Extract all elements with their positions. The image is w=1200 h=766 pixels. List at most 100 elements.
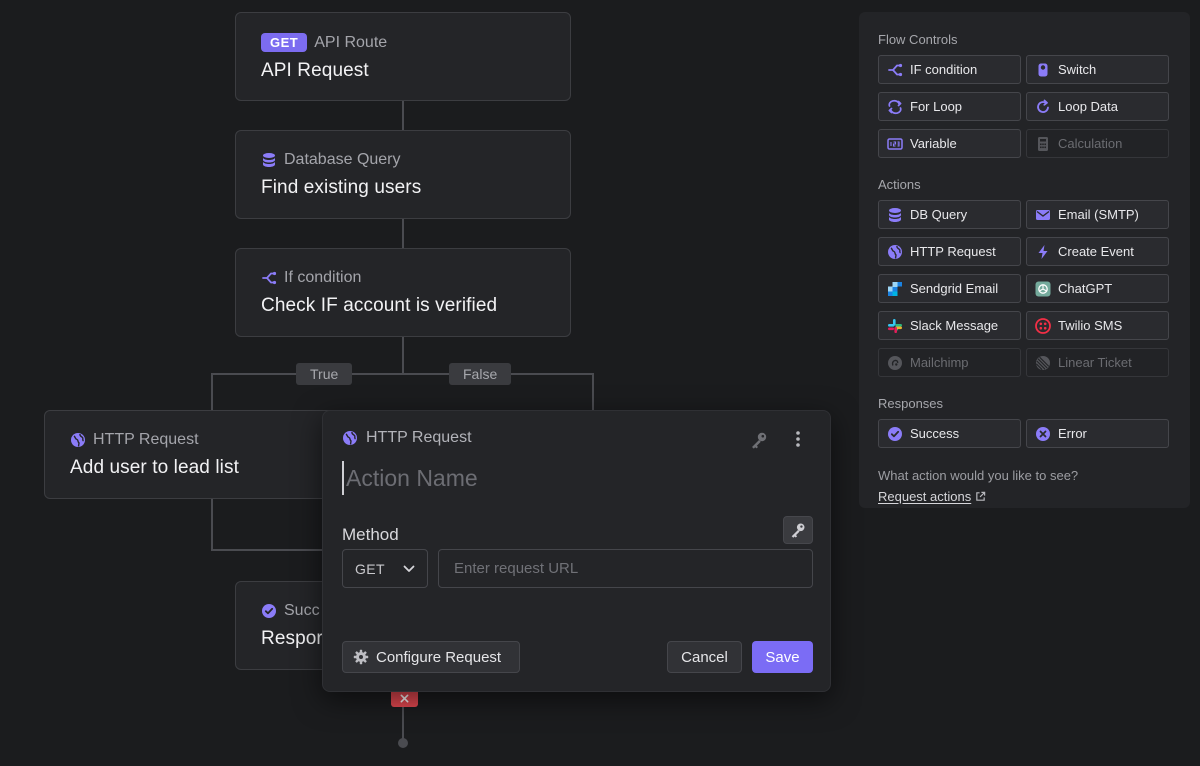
panel-item-linear-ticket: Linear Ticket	[1026, 348, 1169, 377]
node-subtitle-text: If condition	[284, 269, 362, 286]
configure-request-label: Configure Request	[376, 648, 502, 666]
globe-icon	[343, 431, 357, 445]
check-circle-icon	[262, 604, 276, 618]
connector-branch-split	[211, 373, 594, 410]
cancel-button[interactable]: Cancel	[667, 641, 742, 673]
panel-item-label: Sendgrid Email	[910, 281, 999, 296]
action-name-input[interactable]	[342, 461, 812, 495]
panel-item-label: Linear Ticket	[1058, 355, 1132, 370]
panel-item-error[interactable]: Error	[1026, 419, 1169, 448]
configure-request-button[interactable]: Configure Request	[342, 641, 520, 673]
panel-item-label: Mailchimp	[910, 355, 969, 370]
modal-header: HTTP Request	[342, 429, 472, 447]
bolt-icon	[1038, 244, 1048, 259]
panel-item-label: IF condition	[910, 62, 978, 77]
request-url-input[interactable]	[438, 549, 813, 588]
node-if-condition[interactable]: If condition Check IF account is verifie…	[235, 248, 571, 337]
check-circle-icon	[888, 426, 902, 441]
chevron-down-icon	[403, 565, 415, 572]
node-title: Add user to lead list	[70, 457, 239, 478]
panel-item-label: Success	[910, 426, 960, 441]
section-title-flow-controls: Flow Controls	[878, 32, 958, 47]
more-vertical-icon	[796, 431, 800, 447]
node-subtitle-text: Database Query	[284, 151, 401, 168]
switch-icon	[1038, 63, 1048, 76]
database-icon	[889, 207, 901, 222]
panel-item-label: Error	[1058, 426, 1087, 441]
flow-controls-grid: IF condition Switch For Loop Loop Data V…	[878, 55, 1171, 158]
section-title-actions: Actions	[878, 177, 921, 192]
panel-item-sendgrid-email[interactable]: Sendgrid Email	[878, 274, 1021, 303]
branch-icon	[888, 63, 903, 76]
gear-icon	[353, 649, 369, 665]
panel-item-switch[interactable]: Switch	[1026, 55, 1169, 84]
node-database-query[interactable]: Database Query Find existing users	[235, 130, 571, 219]
actions-grid: DB Query Email (SMTP) HTTP Request Creat…	[878, 200, 1171, 377]
database-icon	[263, 153, 275, 167]
mail-icon	[1036, 209, 1050, 220]
calculator-icon	[1038, 136, 1048, 151]
node-subtitle: If condition	[261, 269, 545, 287]
panel-item-db-query[interactable]: DB Query	[878, 200, 1021, 229]
key-icon	[791, 523, 805, 538]
panel-item-label: DB Query	[910, 207, 968, 222]
modal-title: HTTP Request	[366, 429, 472, 446]
panel-item-create-event[interactable]: Create Event	[1026, 237, 1169, 266]
node-subtitle-text: HTTP Request	[93, 431, 199, 448]
responses-grid: Success Error	[878, 419, 1171, 448]
panel-item-label: Loop Data	[1058, 99, 1118, 114]
action-library-panel: Flow Controls IF condition Switch For Lo…	[859, 12, 1190, 508]
linear-icon	[1035, 355, 1050, 370]
panel-item-success[interactable]: Success	[878, 419, 1021, 448]
save-button[interactable]: Save	[752, 641, 813, 673]
panel-item-if-condition[interactable]: IF condition	[878, 55, 1021, 84]
node-subtitle: GET API Route	[261, 33, 545, 52]
close-icon	[400, 694, 409, 703]
node-title: Find existing users	[261, 177, 422, 198]
panel-item-http-request[interactable]: HTTP Request	[878, 237, 1021, 266]
method-select[interactable]: GET	[342, 549, 428, 588]
panel-item-label: HTTP Request	[910, 244, 996, 259]
branch-label-true: True	[296, 363, 353, 385]
get-badge: GET	[261, 33, 308, 52]
node-subtitle-text: API Route	[314, 33, 388, 51]
external-link-icon	[976, 491, 986, 501]
node-subtitle-text: Succ	[284, 602, 320, 619]
panel-item-label: For Loop	[910, 99, 963, 114]
chatgpt-icon	[1035, 281, 1051, 296]
connector-end-dot	[398, 738, 408, 748]
panel-item-loop-data[interactable]: Loop Data	[1026, 92, 1169, 121]
panel-item-label: Email (SMTP)	[1058, 207, 1139, 222]
panel-item-label: Variable	[910, 136, 957, 151]
panel-item-for-loop[interactable]: For Loop	[878, 92, 1021, 121]
panel-item-label: ChatGPT	[1058, 281, 1113, 296]
modal-more-button[interactable]	[791, 429, 805, 454]
error-circle-icon	[1036, 426, 1050, 441]
panel-item-chatgpt[interactable]: ChatGPT	[1026, 274, 1169, 303]
panel-item-label: Create Event	[1058, 244, 1134, 259]
panel-item-variable[interactable]: Variable	[878, 129, 1021, 158]
slack-icon	[888, 318, 902, 333]
variable-icon	[887, 137, 903, 150]
panel-item-email-smtp[interactable]: Email (SMTP)	[1026, 200, 1169, 229]
node-subtitle: HTTP Request	[70, 431, 318, 449]
request-prompt: What action would you like to see?	[878, 468, 1079, 483]
modal-key-button[interactable]	[749, 430, 769, 455]
loop-icon	[888, 99, 902, 114]
node-http-request[interactable]: HTTP Request Add user to lead list	[44, 410, 344, 499]
remove-node-button[interactable]	[391, 690, 418, 707]
panel-item-mailchimp: Mailchimp	[878, 348, 1021, 377]
panel-item-label: Calculation	[1058, 136, 1123, 151]
node-title: API Request	[261, 60, 369, 81]
node-subtitle: Database Query	[261, 151, 545, 169]
method-key-button[interactable]	[783, 516, 813, 544]
twilio-icon	[1035, 317, 1051, 334]
method-select-value: GET	[355, 560, 385, 577]
panel-item-slack-message[interactable]: Slack Message	[878, 311, 1021, 340]
mailchimp-icon	[888, 355, 902, 370]
http-request-modal: HTTP Request Method GET	[322, 410, 831, 692]
panel-item-twilio-sms[interactable]: Twilio SMS	[1026, 311, 1169, 340]
node-api-request[interactable]: GET API Route API Request	[235, 12, 571, 101]
request-actions-link[interactable]: Request actions	[878, 489, 986, 504]
refresh-icon	[1037, 99, 1049, 113]
